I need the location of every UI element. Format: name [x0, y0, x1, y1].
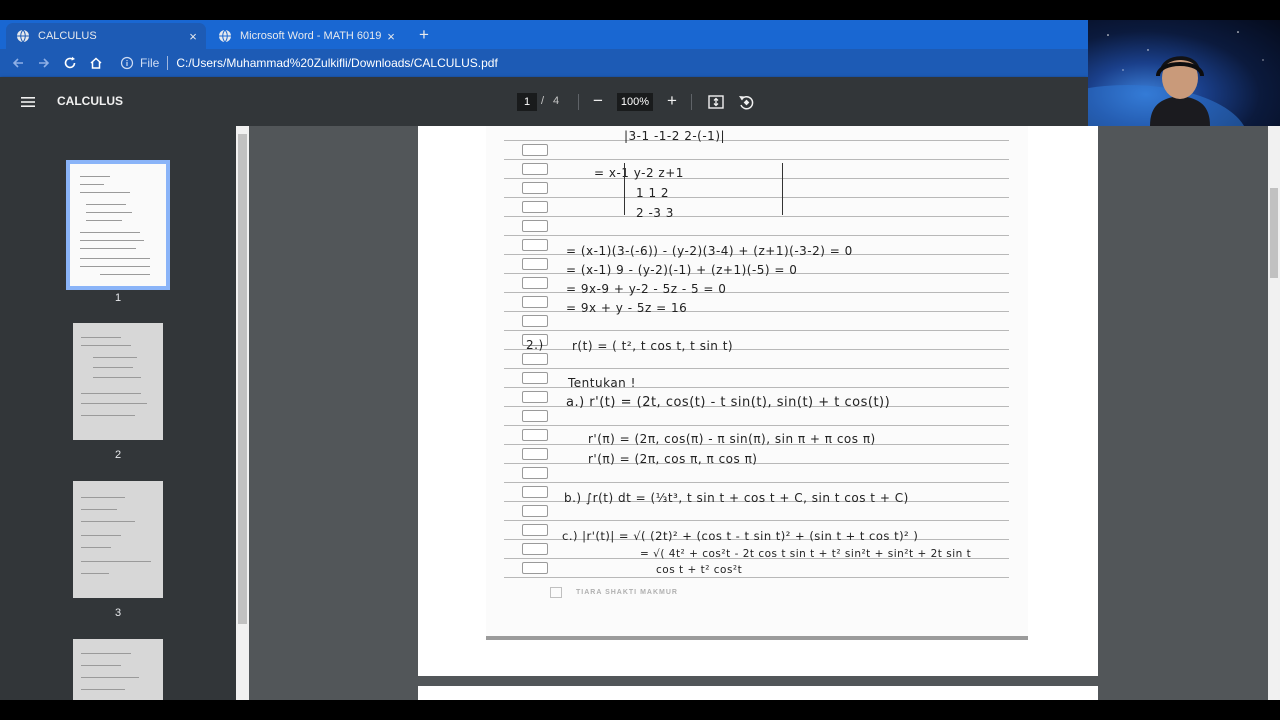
zoom-level-input[interactable]: 100%	[617, 93, 653, 111]
menu-icon[interactable]	[18, 92, 38, 112]
scanned-notebook-page: |3-1 -1-2 2-(-1)| = x-1 y-2 z+1 1 1 2 2 …	[486, 126, 1028, 640]
page-thumbnail-3[interactable]	[73, 481, 163, 598]
forward-arrow-icon[interactable]	[31, 50, 57, 76]
globe-icon	[16, 29, 30, 43]
zoom-in-button[interactable]: +	[662, 91, 682, 111]
globe-icon	[218, 29, 232, 43]
browser-window: CALCULUS × Microsoft Word - MATH 6019.do…	[0, 20, 1268, 700]
thumbnail-number: 3	[114, 607, 122, 619]
thumbnail-sidebar: 1 2 3	[0, 126, 236, 700]
back-arrow-icon[interactable]	[5, 50, 31, 76]
zoom-out-button[interactable]: −	[588, 91, 608, 111]
sidebar-scrollbar[interactable]	[236, 126, 249, 700]
handwritten-line: b.) ∫r(t) dt = (⅓t³, t sin t + cos t + C…	[564, 491, 909, 505]
screen-top-bar	[0, 0, 1280, 20]
reload-icon[interactable]	[57, 50, 83, 76]
handwritten-line: r'(π) = (2π, cos π, π cos π)	[588, 452, 758, 466]
notebook-logo	[550, 587, 562, 598]
handwritten-line: 1 1 2	[636, 186, 670, 200]
tab-word-document[interactable]: Microsoft Word - MATH 6019.docx ×	[208, 23, 404, 49]
thumbnail-number: 2	[114, 449, 122, 461]
close-tab-icon[interactable]: ×	[382, 27, 400, 45]
tab-title: Microsoft Word - MATH 6019.docx	[240, 30, 382, 42]
page-separator: /	[541, 95, 545, 107]
handwritten-line: 2.)	[526, 338, 544, 352]
divider	[691, 94, 692, 110]
handwritten-line: r(t) = ( t², t cos t, t sin t)	[572, 339, 734, 353]
notebook-brand: TIARA SHAKTI MAKMUR	[576, 589, 678, 596]
url-text[interactable]: C:/Users/Muhammad%20Zulkifli/Downloads/C…	[176, 56, 497, 70]
new-tab-button[interactable]: +	[414, 25, 434, 45]
divider	[167, 56, 169, 70]
page-thumbnail-2[interactable]	[73, 323, 163, 440]
handwritten-line: cos t + t² cos²t	[656, 564, 743, 576]
tab-calculus[interactable]: CALCULUS ×	[6, 23, 206, 49]
handwritten-line: = 9x-9 + y-2 - 5z - 5 = 0	[566, 282, 727, 296]
page-thumbnail-1[interactable]	[66, 160, 170, 290]
webcam-overlay	[1088, 20, 1280, 126]
screen-bottom-bar	[0, 700, 1280, 720]
thumbnail-number: 1	[114, 292, 122, 304]
document-viewer: |3-1 -1-2 2-(-1)| = x-1 y-2 z+1 1 1 2 2 …	[249, 126, 1268, 700]
info-icon[interactable]	[120, 56, 134, 70]
close-tab-icon[interactable]: ×	[184, 27, 202, 45]
handwritten-line: c.) |r'(t)| = √( (2t)² + (cos t - t sin …	[562, 529, 919, 543]
pdf-page-2	[418, 686, 1098, 700]
home-icon[interactable]	[83, 50, 109, 76]
tab-title: CALCULUS	[38, 30, 97, 42]
handwritten-line: 2 -3 3	[636, 206, 674, 220]
pdf-toolbar: CALCULUS 1 / 4 − 100% +	[0, 77, 1088, 126]
fit-to-page-icon[interactable]	[706, 92, 726, 112]
handwritten-line: = 9x + y - 5z = 16	[566, 301, 688, 315]
scrollbar-thumb[interactable]	[238, 134, 247, 624]
url-scheme-label: File	[140, 56, 160, 70]
page-total: 4	[553, 95, 560, 107]
browser-toolbar: File C:/Users/Muhammad%20Zulkifli/Downlo…	[0, 49, 1088, 77]
handwritten-line: = √( 4t² + cos²t - 2t cos t sin t + t² s…	[640, 548, 972, 560]
handwritten-line: Tentukan !	[568, 376, 636, 390]
divider	[578, 94, 579, 110]
page-thumbnail-4[interactable]	[73, 639, 163, 700]
scrollbar-thumb[interactable]	[1270, 188, 1278, 278]
tab-strip: CALCULUS × Microsoft Word - MATH 6019.do…	[0, 20, 1088, 49]
rotate-icon[interactable]	[736, 92, 756, 112]
viewer-scrollbar[interactable]	[1268, 126, 1280, 700]
handwritten-line: = (x-1) 9 - (y-2)(-1) + (z+1)(-5) = 0	[566, 263, 798, 277]
handwritten-line: a.) r'(t) = (2t, cos(t) - t sin(t), sin(…	[566, 395, 891, 410]
handwritten-line: r'(π) = (2π, cos(π) - π sin(π), sin π + …	[588, 432, 876, 446]
page-number-input[interactable]: 1	[517, 93, 537, 111]
handwritten-line: |3-1 -1-2 2-(-1)|	[624, 129, 726, 143]
pdf-page-1: |3-1 -1-2 2-(-1)| = x-1 y-2 z+1 1 1 2 2 …	[418, 126, 1098, 676]
handwritten-line: = (x-1)(3-(-6)) - (y-2)(3-4) + (z+1)(-3-…	[566, 244, 853, 258]
address-bar[interactable]: File C:/Users/Muhammad%20Zulkifli/Downlo…	[120, 51, 1080, 75]
handwritten-line: = x-1 y-2 z+1	[594, 166, 684, 180]
document-title: CALCULUS	[57, 94, 123, 108]
